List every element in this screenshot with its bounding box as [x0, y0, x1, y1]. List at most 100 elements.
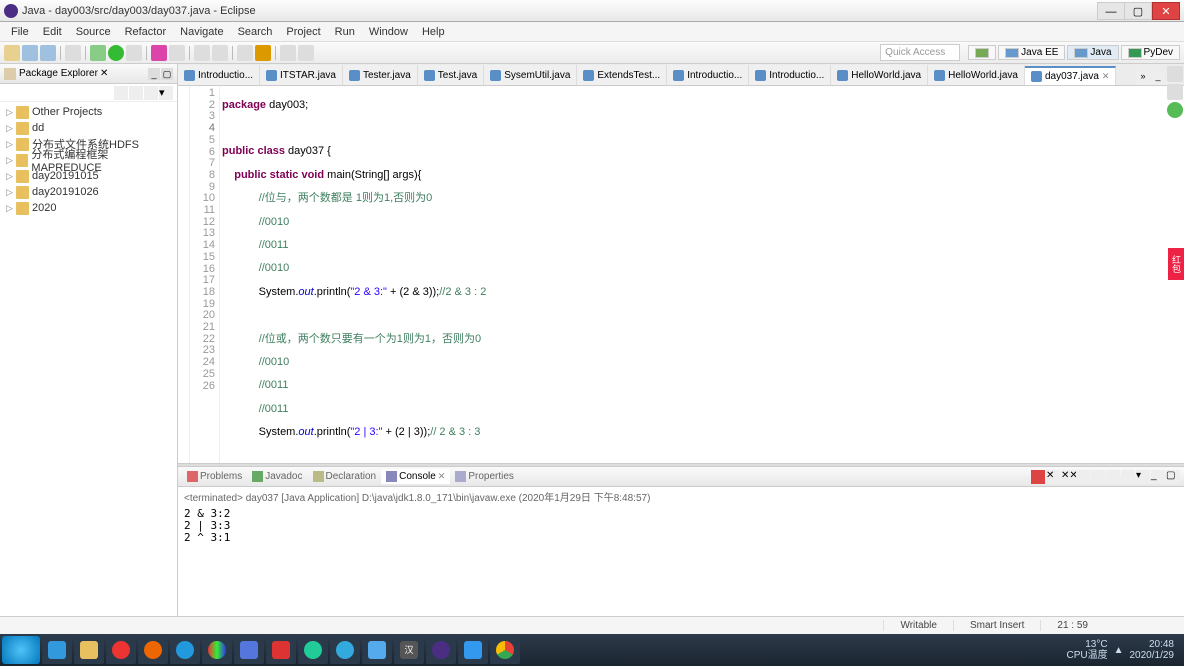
editor-tab[interactable]: ExtendsTest...	[577, 65, 667, 85]
editor-tab[interactable]: SysemUtil.java	[484, 65, 577, 85]
menu-edit[interactable]: Edit	[36, 24, 69, 40]
taskbar-ie[interactable]	[42, 636, 72, 664]
misc-view-icon[interactable]	[1167, 102, 1183, 118]
editor-minimize-button[interactable]: _	[1151, 71, 1165, 85]
forward-button[interactable]	[298, 45, 314, 61]
tab-problems[interactable]: Problems	[182, 469, 247, 484]
editor-tab[interactable]: Introductio...	[749, 65, 831, 85]
taskbar-chrome[interactable]	[490, 636, 520, 664]
close-tab-icon[interactable]: ✕	[1102, 71, 1110, 82]
package-explorer-title: Package Explorer	[19, 68, 98, 79]
quick-access-input[interactable]: Quick Access	[880, 44, 960, 61]
taskbar-app5[interactable]	[298, 636, 328, 664]
back-button[interactable]	[280, 45, 296, 61]
open-type-button[interactable]	[194, 45, 210, 61]
search-button[interactable]	[212, 45, 228, 61]
display-button[interactable]	[1121, 470, 1135, 484]
tab-properties[interactable]: Properties	[450, 469, 519, 484]
pin-console-button[interactable]	[1106, 470, 1120, 484]
menu-window[interactable]: Window	[362, 24, 415, 40]
outline-view-icon[interactable]	[1167, 66, 1183, 82]
project-tree[interactable]: ▷Other Projects ▷dd ▷分布式文件系统HDFS ▷分布式编程框…	[0, 102, 177, 644]
toggle-button[interactable]	[237, 45, 253, 61]
taskbar-app8[interactable]	[458, 636, 488, 664]
menu-file[interactable]: File	[4, 24, 36, 40]
menu-search[interactable]: Search	[231, 24, 280, 40]
taskbar-eclipse[interactable]	[426, 636, 456, 664]
view-min-button[interactable]: _	[1151, 470, 1165, 484]
red-packet-tab[interactable]: 红包	[1168, 248, 1184, 280]
editor-tab[interactable]: Test.java	[418, 65, 484, 85]
remove-all-button[interactable]: ✕✕	[1061, 470, 1075, 484]
minimize-button[interactable]: —	[1097, 2, 1125, 20]
taskbar-ie2[interactable]	[330, 636, 360, 664]
build-button[interactable]	[65, 45, 81, 61]
maximize-button[interactable]: ▢	[1124, 2, 1152, 20]
link-editor-button[interactable]	[129, 86, 143, 100]
save-all-button[interactable]	[40, 45, 56, 61]
show-list-button[interactable]: »	[1136, 71, 1150, 85]
view-maximize-button[interactable]: ▢	[161, 68, 173, 80]
taskbar-youdao[interactable]	[266, 636, 296, 664]
collapse-all-button[interactable]	[114, 86, 128, 100]
new-package-button[interactable]	[169, 45, 185, 61]
skip-button[interactable]	[255, 45, 271, 61]
start-button[interactable]	[2, 636, 40, 664]
editor-tab-active[interactable]: day037.java✕	[1025, 66, 1116, 86]
code-editor[interactable]: 1234567891011121314151617181920212223242…	[178, 86, 1184, 463]
new-class-button[interactable]	[151, 45, 167, 61]
view-minimize-button[interactable]: _	[148, 68, 160, 80]
taskbar-explorer[interactable]	[74, 636, 104, 664]
coverage-button[interactable]	[126, 45, 142, 61]
view-max-button[interactable]: ▢	[1166, 470, 1180, 484]
menu-help[interactable]: Help	[415, 24, 452, 40]
menu-source[interactable]: Source	[69, 24, 118, 40]
open-console-button[interactable]: ▾	[1136, 470, 1150, 484]
tab-declaration[interactable]: Declaration	[308, 469, 382, 484]
remove-button[interactable]: ✕	[1046, 470, 1060, 484]
editor-tab[interactable]: Introductio...	[667, 65, 749, 85]
taskbar-firefox[interactable]	[138, 636, 168, 664]
taskbar-app4[interactable]	[234, 636, 264, 664]
folder-icon	[16, 170, 29, 183]
open-perspective-button[interactable]	[968, 45, 996, 60]
menu-project[interactable]: Project	[279, 24, 327, 40]
task-list-icon[interactable]	[1167, 84, 1183, 100]
taskbar-app3[interactable]	[202, 636, 232, 664]
java-file-icon	[490, 70, 501, 81]
perspective-javaee[interactable]: Java EE	[998, 45, 1065, 60]
editor-tab[interactable]: HelloWorld.java	[928, 65, 1025, 85]
perspective-pydev[interactable]: PyDev	[1121, 45, 1180, 60]
taskbar-app2[interactable]	[170, 636, 200, 664]
clear-console-button[interactable]	[1076, 470, 1090, 484]
taskbar-app7[interactable]: 汉	[394, 636, 424, 664]
tray-icon[interactable]: ▲	[1114, 645, 1124, 656]
focus-button[interactable]	[144, 86, 158, 100]
editor-tab[interactable]: Tester.java	[343, 65, 418, 85]
line-number-gutter[interactable]: 1234567891011121314151617181920212223242…	[190, 86, 220, 463]
view-menu-button[interactable]: ▾	[159, 86, 173, 100]
run-button[interactable]	[108, 45, 124, 61]
taskbar-app1[interactable]	[106, 636, 136, 664]
menu-run[interactable]: Run	[328, 24, 362, 40]
save-button[interactable]	[22, 45, 38, 61]
tab-javadoc[interactable]: Javadoc	[247, 469, 307, 484]
system-tray[interactable]: 13°CCPU温度 ▲ 20:482020/1/29	[1066, 639, 1182, 661]
debug-button[interactable]	[90, 45, 106, 61]
menu-navigate[interactable]: Navigate	[173, 24, 230, 40]
tab-console[interactable]: Console✕	[381, 469, 450, 484]
taskbar-app6[interactable]	[362, 636, 392, 664]
terminate-button[interactable]	[1031, 470, 1045, 484]
perspective-java[interactable]: Java	[1067, 45, 1118, 60]
code-content[interactable]: package day003; public class day037 { pu…	[220, 86, 1184, 463]
editor-tab[interactable]: HelloWorld.java	[831, 65, 928, 85]
tree-item: ▷2020	[2, 200, 175, 216]
editor-tab[interactable]: ITSTAR.java	[260, 65, 343, 85]
editor-tab[interactable]: Introductio...	[178, 65, 260, 85]
close-button[interactable]: ✕	[1152, 2, 1180, 20]
java-file-icon	[673, 70, 684, 81]
menu-refactor[interactable]: Refactor	[118, 24, 174, 40]
java-file-icon	[1031, 71, 1042, 82]
new-button[interactable]	[4, 45, 20, 61]
scroll-lock-button[interactable]	[1091, 470, 1105, 484]
